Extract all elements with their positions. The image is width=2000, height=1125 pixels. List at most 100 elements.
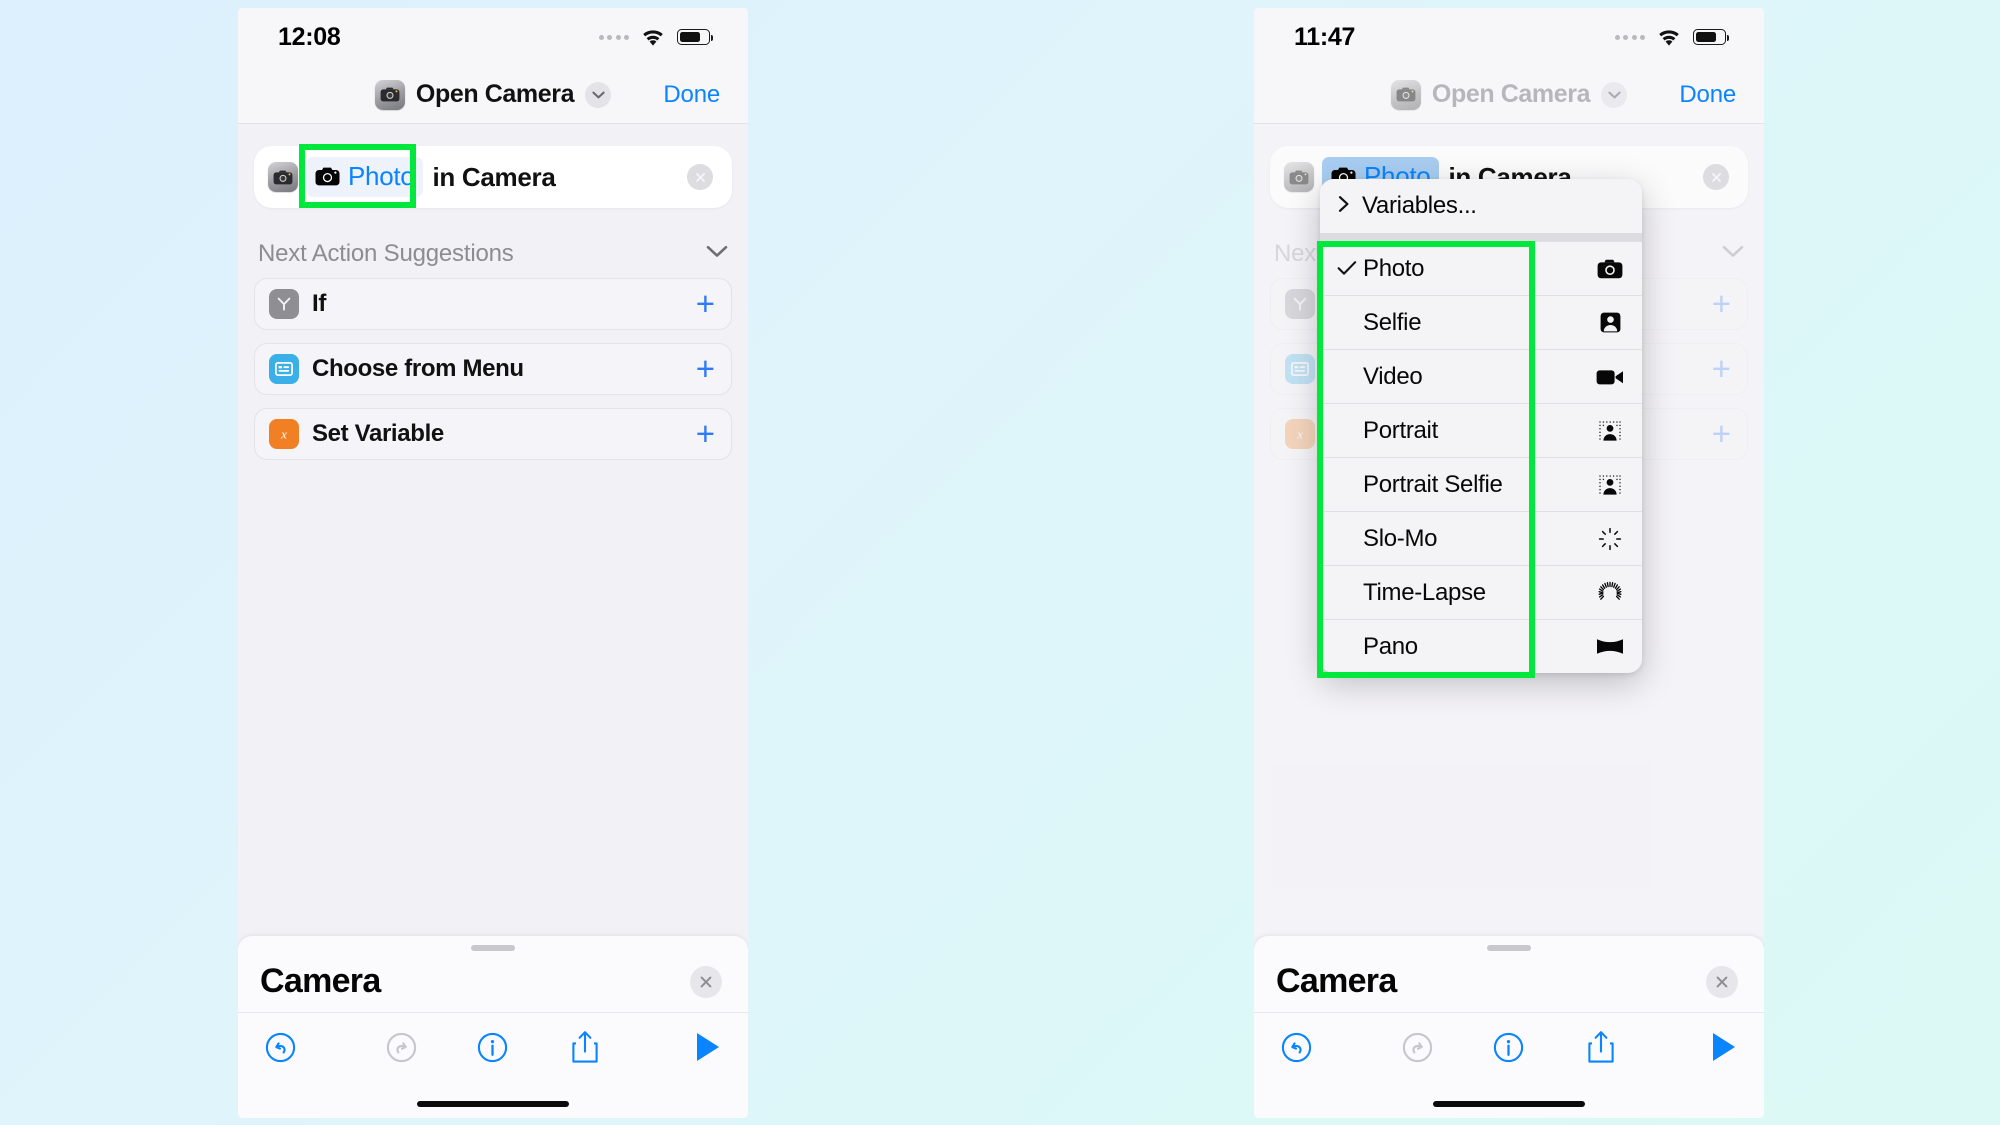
suggestions-collapse-icon[interactable] (706, 245, 728, 263)
bottom-sheet: Camera (1254, 936, 1764, 1118)
phone-screen-right: 11:47 Open Camera Done Photo in Camera V… (1254, 8, 1764, 1118)
suggestion-row-set-variable[interactable]: x Set Variable + (254, 408, 732, 460)
wifi-icon (1659, 29, 1679, 46)
redo-button[interactable] (1372, 1031, 1464, 1064)
sheet-title: Camera (260, 962, 381, 1000)
status-indicators (598, 28, 714, 47)
done-button[interactable]: Done (1679, 81, 1736, 109)
sheet-header: Camera (238, 951, 748, 1013)
nav-bar: Open Camera Done (1254, 66, 1764, 124)
redo-button[interactable] (356, 1031, 448, 1064)
suggestions-header: Next Action Suggestions (258, 240, 728, 268)
variable-x-icon: x (269, 419, 299, 449)
chevron-down-icon[interactable] (585, 81, 612, 108)
status-time: 11:47 (1294, 22, 1356, 51)
menu-item-slo-mo[interactable]: Slo-Mo (1320, 511, 1642, 565)
menu-item-label: Time-Lapse (1363, 578, 1486, 606)
branch-icon (269, 289, 299, 319)
action-rest-text: in Camera (432, 161, 556, 192)
run-button[interactable] (1646, 1031, 1738, 1063)
portrait-depth-icon (1595, 474, 1625, 495)
plus-icon[interactable]: + (696, 287, 715, 320)
slomo-icon (1595, 527, 1625, 551)
menu-item-portrait[interactable]: Portrait (1320, 403, 1642, 457)
video-camera-icon (1595, 368, 1625, 386)
battery-icon (677, 29, 714, 45)
plus-icon[interactable]: + (696, 352, 715, 385)
camera-app-icon (1390, 79, 1421, 110)
done-button[interactable]: Done (663, 81, 720, 109)
portrait-depth-icon (1595, 420, 1625, 441)
suggestion-label: Set Variable (312, 420, 444, 447)
clear-circle-icon[interactable] (1703, 164, 1729, 190)
camera-app-icon (268, 162, 298, 192)
undo-button[interactable] (1280, 1031, 1372, 1064)
status-time: 12:08 (278, 22, 341, 51)
panorama-icon (1595, 638, 1625, 655)
suggestion-row-choose-from-menu[interactable]: Choose from Menu + (254, 343, 732, 395)
menu-item-label: Photo (1363, 254, 1425, 282)
suggestions-title: Next Action Suggestions (258, 240, 514, 267)
share-button[interactable] (1555, 1029, 1647, 1065)
page-title: Open Camera (415, 80, 575, 108)
svg-text:x: x (280, 426, 287, 441)
menu-item-portrait-selfie[interactable]: Portrait Selfie (1320, 457, 1642, 511)
run-button[interactable] (630, 1031, 722, 1063)
menu-item-label: Slo-Mo (1363, 524, 1438, 552)
menu-item-label: Selfie (1363, 308, 1422, 336)
menu-list-icon (269, 354, 299, 384)
camera-icon (315, 167, 340, 186)
suggestion-label: Choose from Menu (312, 355, 524, 382)
close-circle-icon[interactable] (690, 965, 722, 998)
menu-item-label: Portrait Selfie (1363, 470, 1503, 498)
editor-toolbar (238, 1013, 748, 1081)
wifi-icon (643, 29, 663, 46)
share-button[interactable] (539, 1029, 631, 1065)
editor-toolbar (1254, 1013, 1764, 1081)
camera-app-icon (374, 79, 405, 110)
menu-item-pano[interactable]: Pano (1320, 619, 1642, 673)
camera-mode-dropdown-menu: Variables... Photo Selfie Video Portrait… (1320, 179, 1642, 673)
battery-icon (1693, 29, 1730, 45)
home-indicator (417, 1101, 569, 1107)
home-indicator (1433, 1101, 1585, 1107)
chevron-right-icon (1338, 195, 1350, 218)
info-button[interactable] (447, 1031, 539, 1064)
action-card-open-camera[interactable]: Photo in Camera (254, 146, 732, 208)
menu-item-video[interactable]: Video (1320, 349, 1642, 403)
chevron-down-icon[interactable] (1601, 81, 1628, 108)
close-circle-icon[interactable] (1706, 965, 1738, 998)
page-title: Open Camera (1431, 80, 1591, 108)
menu-item-photo[interactable]: Photo (1320, 241, 1642, 295)
nav-bar: Open Camera Done (238, 66, 748, 124)
menu-item-time-lapse[interactable]: Time-Lapse (1320, 565, 1642, 619)
menu-item-label: Variables... (1362, 192, 1477, 219)
menu-separator (1320, 233, 1642, 241)
timelapse-icon (1595, 581, 1625, 605)
menu-item-selfie[interactable]: Selfie (1320, 295, 1642, 349)
shortcut-editor-content: Photo in Camera Next Action Suggestions … (238, 124, 748, 936)
plus-icon[interactable]: + (696, 417, 715, 450)
suggestion-label: If (312, 290, 326, 317)
menu-item-variables[interactable]: Variables... (1320, 179, 1642, 233)
status-bar: 11:47 (1254, 8, 1764, 66)
menu-item-label: Pano (1363, 632, 1418, 660)
checkmark-icon (1337, 255, 1363, 283)
camera-mode-token-label: Photo (348, 161, 415, 191)
menu-item-label: Video (1363, 362, 1423, 390)
sheet-header: Camera (1254, 951, 1764, 1013)
camera-app-icon (1284, 162, 1314, 192)
clear-circle-icon[interactable] (687, 164, 713, 190)
phone-screen-left: 12:08 Open Camera Done Photo in Camera N… (238, 8, 748, 1118)
signal-dots-icon (598, 34, 629, 40)
shortcut-editor-content: Photo in Camera Next + (1254, 124, 1764, 936)
status-indicators (1614, 28, 1730, 47)
signal-dots-icon (1614, 34, 1645, 40)
undo-button[interactable] (264, 1031, 356, 1064)
info-button[interactable] (1463, 1031, 1555, 1064)
person-portrait-icon (1595, 312, 1625, 333)
camera-mode-token[interactable]: Photo (306, 157, 424, 197)
bottom-sheet: Camera (238, 936, 748, 1118)
sheet-title: Camera (1276, 962, 1397, 1000)
suggestion-row-if[interactable]: If + (254, 278, 732, 330)
